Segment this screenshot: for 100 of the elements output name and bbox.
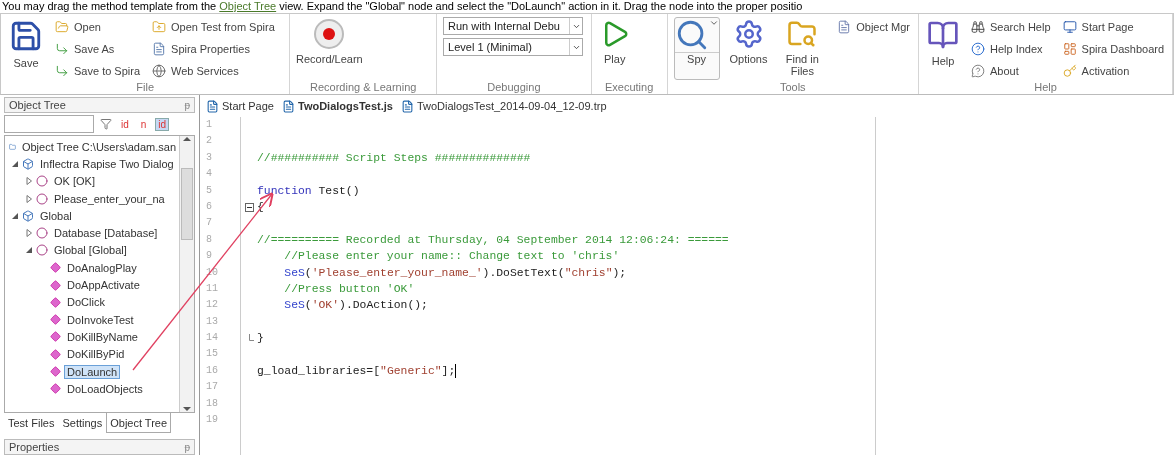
ribbon-button[interactable]: Open Test from Spira bbox=[150, 17, 277, 36]
object-icon bbox=[36, 175, 48, 188]
ribbon-button[interactable]: Record/Learn bbox=[296, 17, 363, 80]
filter-field[interactable] bbox=[4, 115, 94, 133]
group-label: Debugging bbox=[486, 80, 542, 94]
filter-toggle[interactable]: id bbox=[118, 117, 132, 131]
dropdown[interactable]: Run with Internal Debu bbox=[443, 17, 584, 35]
object-icon bbox=[36, 227, 48, 240]
code-line: //########## Script Steps ############## bbox=[257, 150, 531, 166]
spy-split-button[interactable]: Spy bbox=[673, 17, 720, 80]
file-icon bbox=[282, 99, 295, 113]
collapsed-triangle-icon[interactable] bbox=[25, 194, 33, 203]
ribbon-button[interactable]: Save As bbox=[53, 39, 143, 58]
line-number: 12 bbox=[205, 298, 219, 313]
tree-item[interactable]: DoKillByPid bbox=[64, 347, 128, 362]
collapse-icon[interactable] bbox=[245, 202, 254, 212]
tree-item[interactable]: DoKillByName bbox=[64, 329, 141, 344]
line-number: 5 bbox=[205, 183, 213, 198]
tree-item[interactable]: Global bbox=[37, 208, 75, 223]
folder-icon bbox=[152, 19, 167, 34]
line-number: 6 bbox=[205, 199, 213, 214]
tree-item[interactable]: DoLaunch bbox=[64, 364, 121, 379]
filter-icon[interactable] bbox=[100, 118, 112, 130]
ribbon-button[interactable]: Search Help bbox=[969, 17, 1053, 36]
line-number: 9 bbox=[205, 249, 213, 264]
tree-item[interactable]: DoLoadObjects bbox=[64, 381, 146, 396]
ribbon-button[interactable]: Help Index bbox=[969, 39, 1053, 58]
tree-item[interactable]: DoAnalogPlay bbox=[64, 260, 140, 275]
panel-header: Properties ᵽ bbox=[4, 439, 195, 455]
arrow-icon bbox=[55, 41, 69, 56]
ribbon-button[interactable]: Options bbox=[727, 17, 770, 80]
ribbon-button[interactable]: Web Services bbox=[150, 61, 277, 80]
caret-icon bbox=[708, 18, 719, 28]
method-icon bbox=[50, 262, 61, 274]
expanded-triangle-icon[interactable] bbox=[11, 159, 19, 168]
ribbon-button[interactable]: Object Mgr bbox=[835, 17, 912, 36]
ribbon-button[interactable]: About bbox=[969, 61, 1053, 80]
ribbon-button[interactable]: Spira Properties bbox=[150, 39, 277, 58]
globe-icon bbox=[152, 63, 167, 78]
filter-toggle[interactable]: n bbox=[137, 117, 150, 131]
tree-item[interactable]: Inflectra Rapise Two Dialog bbox=[37, 156, 177, 171]
code-line: g_load_libraries=["Generic"]; bbox=[257, 363, 456, 379]
dropdown[interactable]: Level 1 (Minimal) bbox=[443, 38, 584, 56]
tree-item[interactable]: Database [Database] bbox=[51, 226, 161, 241]
line-number: 18 bbox=[205, 396, 219, 411]
line-number: 15 bbox=[205, 347, 219, 362]
collapsed-triangle-icon[interactable] bbox=[25, 229, 33, 238]
code-line: //========== Recorded at Thursday, 04 September 2014 12:06:24: ====== bbox=[257, 232, 729, 248]
group-label: Tools bbox=[778, 80, 807, 94]
panel-tab[interactable]: Object Tree bbox=[106, 413, 172, 433]
ribbon-button[interactable]: Spira Dashboard bbox=[1060, 39, 1167, 58]
method-icon bbox=[50, 383, 61, 395]
object-tree-link[interactable]: Object Tree bbox=[219, 0, 277, 12]
ribbon-button[interactable]: Open bbox=[53, 17, 143, 36]
group-label: File bbox=[135, 80, 156, 94]
tree-item[interactable]: Object Tree C:\Users\adam.san bbox=[18, 139, 179, 154]
panel-header: Object Tree ᵽ bbox=[4, 97, 195, 113]
ribbon-button[interactable]: Save bbox=[7, 17, 45, 80]
binoculars-icon bbox=[971, 19, 985, 34]
expanded-triangle-icon[interactable] bbox=[11, 211, 19, 220]
code-line: function Test() bbox=[257, 183, 360, 199]
ribbon-button[interactable]: Start Page bbox=[1060, 17, 1167, 36]
record-icon bbox=[314, 19, 345, 49]
line-number: 17 bbox=[205, 380, 219, 395]
ribbon-button[interactable]: Help bbox=[925, 17, 961, 80]
collapsed-triangle-icon[interactable] bbox=[25, 177, 33, 186]
tree-item[interactable]: DoAppActivate bbox=[64, 278, 143, 292]
code-line: //Please enter your name:: Change text to 'chris' bbox=[283, 249, 620, 265]
code-line: SeS('Please_enter_your_name_').DoSetText("chris"); bbox=[283, 265, 627, 281]
ribbon-button[interactable]: Save to Spira bbox=[53, 61, 143, 80]
method-icon bbox=[50, 366, 61, 377]
line-number: 8 bbox=[205, 232, 213, 247]
ribbon-button[interactable]: Find in Files bbox=[777, 17, 828, 80]
code-line: SeS('OK').DoAction(); bbox=[283, 298, 428, 314]
method-icon bbox=[50, 331, 61, 343]
tree-item[interactable]: DoInvokeTest bbox=[64, 312, 137, 327]
tree-item[interactable]: OK [OK] bbox=[51, 174, 98, 189]
method-icon bbox=[50, 279, 61, 291]
speech-bubble-icon bbox=[971, 63, 985, 78]
scroll-thumb[interactable] bbox=[181, 168, 193, 240]
tree-item[interactable]: DoClick bbox=[64, 295, 108, 310]
expanded-triangle-icon[interactable] bbox=[25, 246, 33, 255]
editor-tab[interactable]: TwoDialogsTest.js bbox=[280, 99, 395, 113]
scroll-up-icon[interactable] bbox=[183, 136, 191, 142]
monitor-icon bbox=[1062, 19, 1077, 34]
editor-tab[interactable]: Start Page bbox=[204, 99, 276, 113]
line-number: 14 bbox=[205, 331, 219, 346]
tree-item[interactable]: Global [Global] bbox=[51, 243, 130, 258]
ribbon-button[interactable]: Play bbox=[597, 17, 632, 80]
line-number: 13 bbox=[205, 314, 219, 329]
line-number: 7 bbox=[205, 216, 213, 231]
scroll-down-icon[interactable] bbox=[183, 406, 191, 412]
ribbon-button[interactable]: Activation bbox=[1060, 61, 1167, 80]
tree-item[interactable]: Please_enter_your_na bbox=[51, 191, 168, 206]
scrollbar[interactable] bbox=[179, 136, 194, 412]
file-icon bbox=[206, 99, 219, 113]
line-number: 19 bbox=[205, 413, 219, 428]
editor-tab[interactable]: TwoDialogsTest_2014-09-04_12-09.trp bbox=[398, 99, 609, 113]
help-icon bbox=[971, 41, 985, 56]
file-icon bbox=[400, 99, 414, 113]
